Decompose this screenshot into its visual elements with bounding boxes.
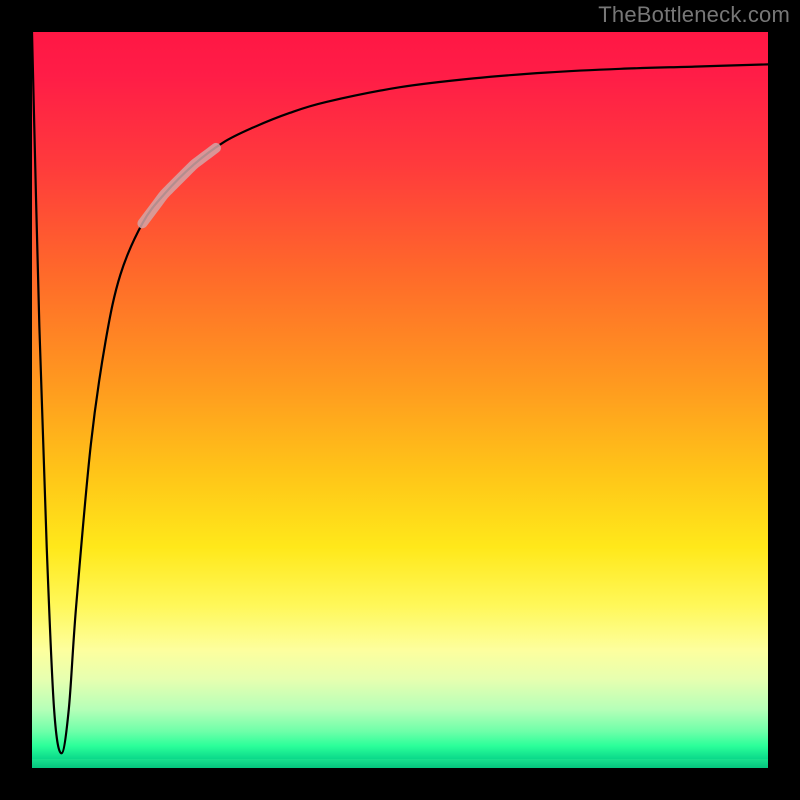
plot-area: [32, 32, 768, 768]
bottleneck-curve: [32, 32, 768, 753]
chart-frame: TheBottleneck.com: [0, 0, 800, 800]
curve-svg: [32, 32, 768, 768]
attribution-text: TheBottleneck.com: [598, 2, 790, 28]
highlight-segment: [142, 148, 216, 223]
